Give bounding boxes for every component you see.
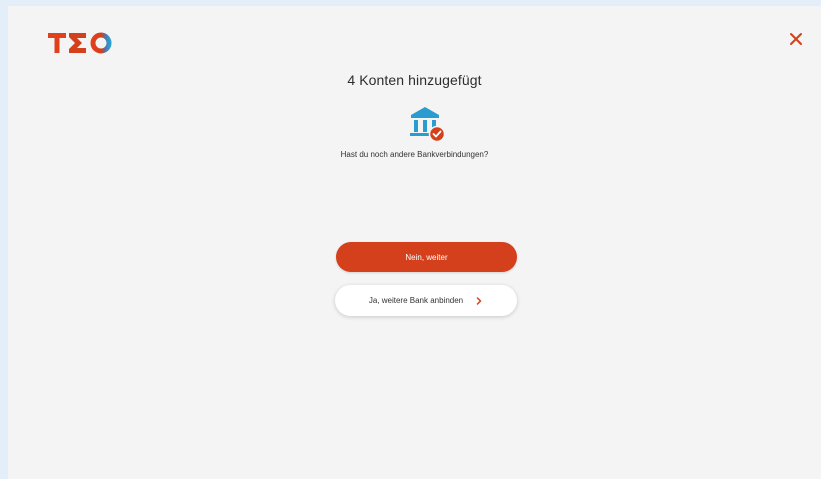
teo-logo — [48, 32, 112, 54]
chevron-right-icon — [476, 296, 482, 305]
bank-check-icon — [410, 107, 446, 143]
close-icon[interactable] — [787, 30, 805, 48]
question-text: Hast du noch andere Bankverbindungen? — [340, 150, 489, 159]
add-another-bank-label: Ja, weitere Bank anbinden — [368, 296, 464, 305]
modal-panel: 4 Konten hinzugefügt Hast du noch andere… — [8, 6, 821, 479]
no-continue-label: Nein, weiter — [405, 252, 448, 262]
page-title: 4 Konten hinzugefügt — [347, 72, 482, 88]
add-another-bank-button[interactable]: Ja, weitere Bank anbinden — [335, 285, 517, 316]
no-continue-button[interactable]: Nein, weiter — [336, 242, 517, 272]
